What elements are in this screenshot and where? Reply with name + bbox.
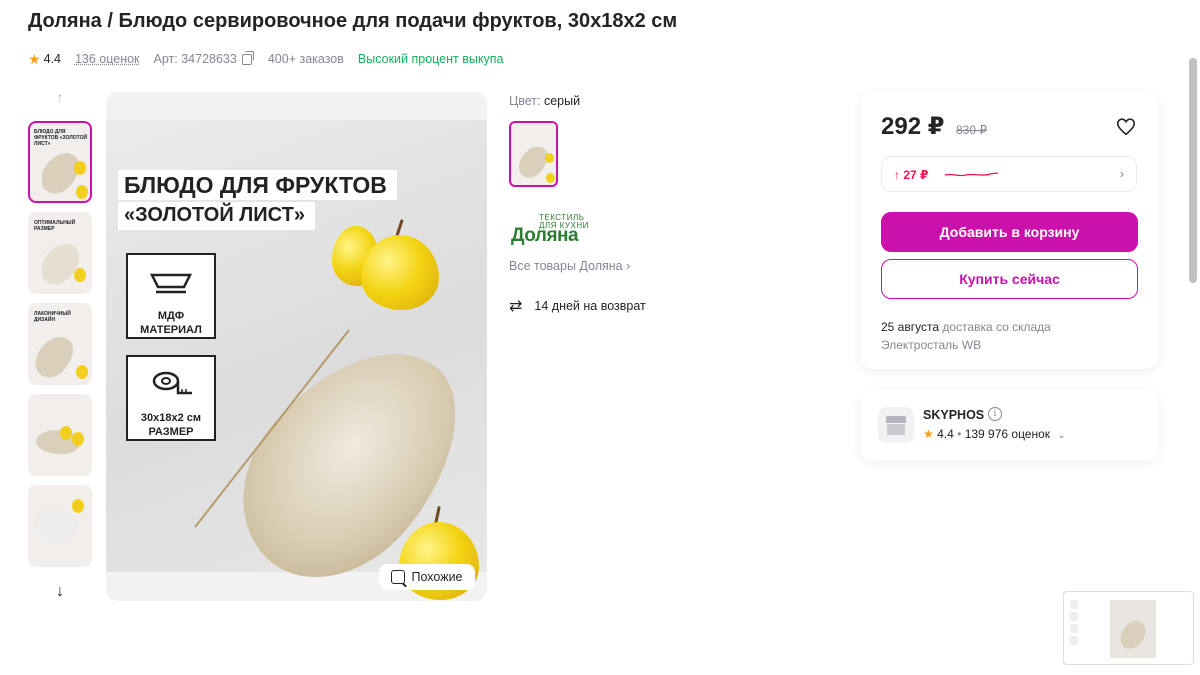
size-badge: 30х18х2 см РАЗМЕР [126,355,216,441]
pear-image [76,365,88,379]
seller-name[interactable]: SKYPHOS [923,408,984,422]
copy-icon[interactable] [241,50,254,65]
product-rating: 4.4 [43,52,61,66]
image-headline: БЛЮДО ДЛЯ ФРУКТОВ [118,170,397,200]
pear-image [74,268,86,282]
buyout-badge: Высокий процент выкупа [357,52,504,66]
color-label: Цвет: серый [509,94,580,108]
delivery-text: доставка со склада [942,320,1051,334]
thumbnail[interactable]: ЛАКОНИЧНЫЙ ДИЗАЙН [28,303,92,385]
product-photo: БЛЮДО ДЛЯ ФРУКТОВ «ЗОЛОТОЙ ЛИСТ» МДФ МАТ… [106,120,487,601]
seller-rating-value: 4.4 [937,427,954,441]
leaf-image [35,237,85,291]
pear-image [546,173,555,183]
pear-image [361,235,439,310]
color-label-prefix: Цвет: [509,94,541,108]
leaf-image [30,330,79,383]
image-subheadline: «ЗОЛОТОЙ ЛИСТ» [118,202,315,230]
pear-image [72,432,84,446]
buy-now-button[interactable]: Купить сейчас [881,259,1138,299]
material-badge-text: МДФ МАТЕРИАЛ [140,310,202,336]
thumbnail-list: БЛЮДО ДЛЯ ФРУКТОВ «ЗОЛОТОЙ ЛИСТ» ОПТИМАЛ… [28,121,92,576]
current-price: 292 ₽ [881,113,945,140]
return-policy-text: 14 дней на возврат [534,299,646,313]
pear-image [60,426,72,440]
search-similar-icon [391,570,406,584]
price-history-button[interactable]: ↑ 27 ₽ › [881,156,1137,192]
color-value: серый [543,94,581,108]
delivery-info: 25 августа доставка со склада Электроста… [881,318,1051,354]
chevron-right-icon: › [1119,166,1124,181]
thumbnail-caption: ЛАКОНИЧНЫЙ ДИЗАЙН [34,311,71,323]
old-price: 830 ₽ [956,123,987,137]
thumbnail-caption: ОПТИМАЛЬНЫЙ РАЗМЕР [34,220,76,232]
brand-logo[interactable]: ТЕКСТИЛЬ ДЛЯ КУХНИ Доляна [511,214,593,250]
thumbnail[interactable] [28,394,92,476]
add-to-cart-button[interactable]: Добавить в корзину [881,212,1138,252]
heart-icon[interactable] [1115,116,1137,138]
thumbnail[interactable]: ОПТИМАЛЬНЫЙ РАЗМЕР [28,212,92,294]
thumbnail[interactable] [28,485,92,567]
reviews-link[interactable]: 136 оценок [75,52,140,66]
color-option[interactable] [509,121,558,187]
preview-thumb [1070,600,1078,609]
seller-card[interactable]: SKYPHOS i ★ 4.4 • 139 976 оценок ⌄ [860,390,1159,461]
brand-all-goods-link[interactable]: Все товары Доляна › [509,259,630,273]
pear-image [72,499,84,513]
arrow-down-icon[interactable]: ↓ [52,583,68,601]
pear-image [545,153,554,163]
warehouse-name: Электросталь WB [881,338,982,352]
window-thumbnail-preview[interactable] [1063,591,1194,665]
page-scrollbar[interactable] [1189,58,1197,283]
return-policy: ⇄ 14 дней на возврат [509,296,646,316]
delivery-date: 25 августа [881,320,940,334]
bowl-icon [149,273,193,294]
product-title: Доляна / Блюдо сервировочное для подачи … [28,10,678,32]
brand-logo-name: Доляна [511,225,579,246]
arrow-up-icon[interactable]: ↑ [52,90,68,108]
tape-measure-icon [152,371,192,395]
return-arrows-icon: ⇄ [509,298,523,315]
store-icon [878,407,914,443]
price-card: 292 ₽ 830 ₽ ↑ 27 ₽ › Добавить в корзину … [860,92,1159,369]
chevron-down-icon[interactable]: ⌄ [1057,430,1065,441]
product-meta: ★ 4.4 136 оценок Арт: 34728633 400+ зака… [28,50,503,68]
pear-image [74,161,86,175]
seller-rating: ★ 4.4 • 139 976 оценок ⌄ [923,427,1066,441]
star-icon: ★ [923,427,934,441]
main-product-image[interactable]: БЛЮДО ДЛЯ ФРУКТОВ «ЗОЛОТОЙ ЛИСТ» МДФ МАТ… [106,92,487,601]
star-icon: ★ [28,50,41,67]
price-trend-sparkline [944,172,999,177]
thumbnail[interactable]: БЛЮДО ДЛЯ ФРУКТОВ «ЗОЛОТОЙ ЛИСТ» [28,121,92,203]
info-icon[interactable]: i [988,407,1002,421]
size-badge-text: 30х18х2 см РАЗМЕР [140,412,202,438]
seller-reviews: 139 976 оценок [964,427,1051,441]
preview-thumb [1070,624,1078,633]
pear-image [76,185,88,199]
price-delta: ↑ 27 ₽ [894,168,929,182]
article-number: Арт: 34728633 [153,52,237,66]
material-badge: МДФ МАТЕРИАЛ [126,253,216,339]
preview-thumb [1070,612,1078,621]
similar-label: Похожие [411,570,463,584]
similar-button[interactable]: Похожие [379,564,475,590]
thumbnail-caption: БЛЮДО ДЛЯ ФРУКТОВ «ЗОЛОТОЙ ЛИСТ» [34,129,88,147]
preview-thumb [1070,636,1078,645]
orders-count: 400+ заказов [267,52,344,66]
